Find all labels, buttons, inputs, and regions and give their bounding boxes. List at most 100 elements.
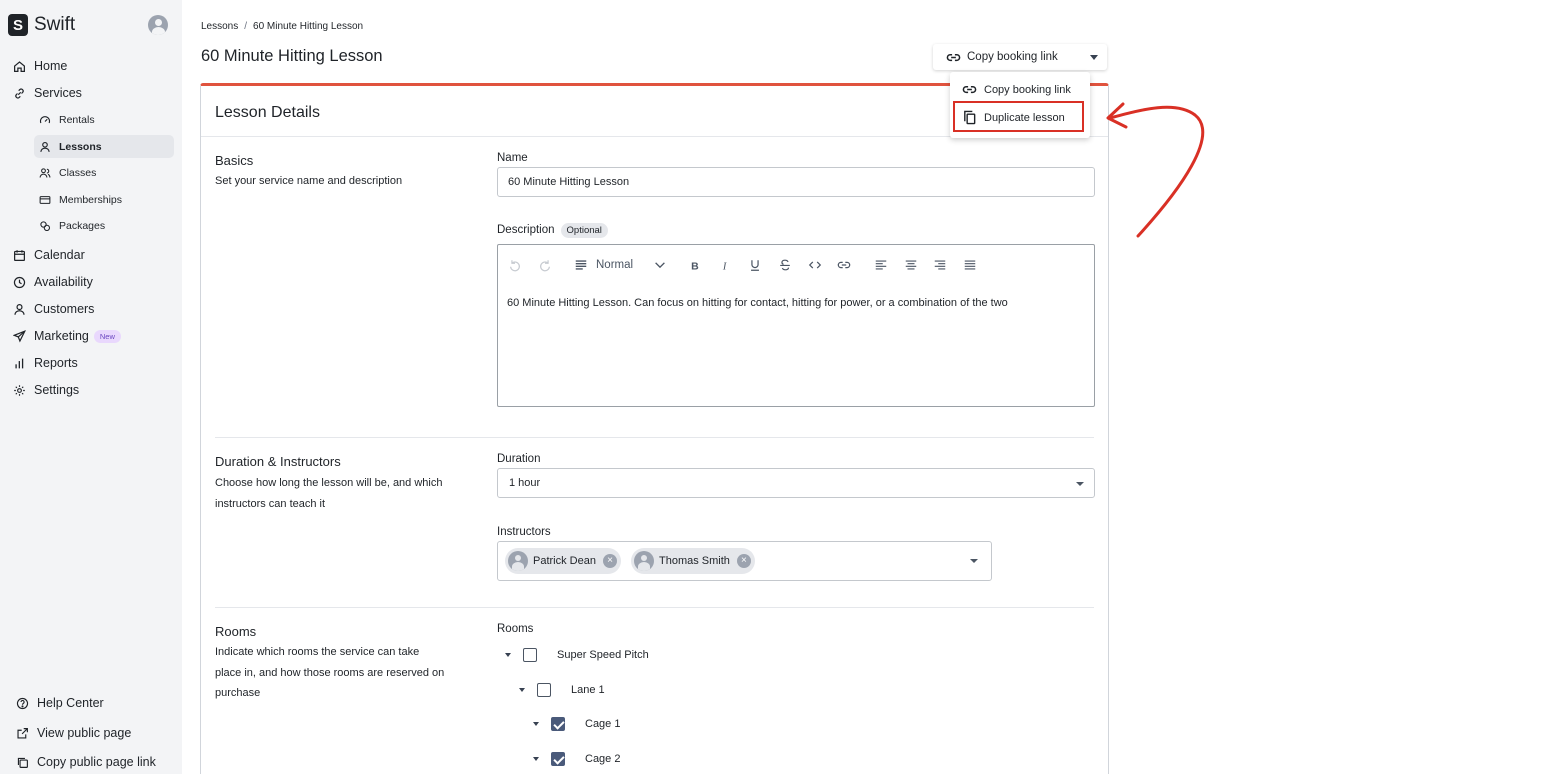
sidebar-item-customers[interactable]: Customers xyxy=(12,298,94,320)
sidebar-item-view-public-page[interactable]: View public page xyxy=(15,722,131,744)
sidebar-item-home[interactable]: Home xyxy=(12,55,67,77)
redo-icon[interactable] xyxy=(538,257,552,273)
tree-expand-icon[interactable] xyxy=(519,688,525,692)
description-label: Description Optional xyxy=(497,223,608,238)
home-icon xyxy=(12,59,26,73)
room-checkbox[interactable] xyxy=(551,752,565,766)
brand[interactable]: S Swift xyxy=(8,14,75,36)
link-icon[interactable] xyxy=(837,257,851,273)
basics-section-title: Basics xyxy=(215,153,254,168)
sidebar-subitem-classes[interactable]: Classes xyxy=(34,161,174,184)
room-checkbox[interactable] xyxy=(523,648,537,662)
person-icon xyxy=(12,302,26,316)
description-text[interactable]: 60 Minute Hitting Lesson. Can focus on h… xyxy=(507,297,1008,309)
copy-booking-link-button[interactable]: Copy booking link xyxy=(933,44,1081,70)
breadcrumb-current: 60 Minute Hitting Lesson xyxy=(253,21,364,32)
room-label: Super Speed Pitch xyxy=(557,649,649,661)
sidebar-item-label: View public page xyxy=(37,726,132,740)
chevron-down-icon[interactable] xyxy=(970,559,978,563)
room-label: Lane 1 xyxy=(571,684,605,696)
sidebar-subitem-memberships[interactable]: Memberships xyxy=(34,188,174,211)
breadcrumb: Lessons / 60 Minute Hitting Lesson xyxy=(201,21,363,32)
person-icon xyxy=(38,140,51,153)
instructor-chip-label: Thomas Smith xyxy=(659,555,730,567)
duration-select[interactable]: 1 hour xyxy=(497,468,1095,498)
instructor-chip: Thomas Smith × xyxy=(631,548,755,574)
instructor-chip: Patrick Dean × xyxy=(505,548,621,574)
duration-section-title: Duration & Instructors xyxy=(215,454,341,469)
breadcrumb-parent-link[interactable]: Lessons xyxy=(201,21,238,32)
remove-chip-icon[interactable]: × xyxy=(736,554,751,568)
sidebar-item-calendar[interactable]: Calendar xyxy=(12,244,85,266)
room-tree-row[interactable]: Cage 1 xyxy=(533,717,620,731)
text-style-icon xyxy=(574,257,588,273)
link-icon xyxy=(12,86,26,100)
italic-icon[interactable]: I xyxy=(718,257,732,273)
name-input-value: 60 Minute Hitting Lesson xyxy=(508,176,630,188)
editor-toolbar: Normal B I xyxy=(498,245,1094,285)
description-rich-text-editor[interactable]: Normal B I 60 Minute Hitting Lesson. Can… xyxy=(497,244,1095,407)
menu-item-copy-booking-link[interactable]: Copy booking link xyxy=(962,82,1071,97)
chevron-down-icon xyxy=(1076,482,1084,486)
chevron-down-icon[interactable] xyxy=(653,257,667,273)
link-icon xyxy=(962,85,977,94)
align-left-icon[interactable] xyxy=(874,257,888,273)
account-avatar-icon[interactable] xyxy=(148,15,168,35)
people-icon xyxy=(38,166,51,179)
sidebar-item-label: Packages xyxy=(59,219,106,232)
sidebar: S Swift Home Services Rentals Lessons Cl… xyxy=(0,0,182,774)
room-checkbox[interactable] xyxy=(537,683,551,697)
sidebar-subitem-packages[interactable]: Packages xyxy=(34,214,174,237)
sidebar-item-reports[interactable]: Reports xyxy=(12,352,78,374)
sidebar-item-label: Settings xyxy=(34,383,80,397)
rooms-section-title: Rooms xyxy=(215,624,257,639)
duration-section-description: Choose how long the lesson will be, and … xyxy=(215,477,443,510)
room-tree-row[interactable]: Cage 2 xyxy=(533,752,620,766)
block-style-select[interactable]: Normal xyxy=(596,257,633,273)
tree-expand-icon[interactable] xyxy=(533,722,539,726)
more-actions-dropdown-toggle[interactable] xyxy=(1081,44,1107,70)
room-checkbox[interactable] xyxy=(551,717,565,731)
copy-icon xyxy=(15,755,29,769)
instructors-multiselect[interactable]: Patrick Dean × Thomas Smith × xyxy=(497,541,992,581)
brand-name: Swift xyxy=(34,14,76,35)
sidebar-item-marketing[interactable]: Marketing New xyxy=(12,325,121,347)
sidebar-item-label: Memberships xyxy=(59,193,123,206)
name-input[interactable]: 60 Minute Hitting Lesson xyxy=(497,167,1095,197)
bar-chart-icon xyxy=(12,356,26,370)
sidebar-item-label: Customers xyxy=(34,302,95,316)
instructors-label: Instructors xyxy=(497,526,551,538)
align-justify-icon[interactable] xyxy=(963,257,977,273)
basics-section-description: Set your service name and description xyxy=(215,175,403,187)
instructor-chip-label: Patrick Dean xyxy=(533,555,596,567)
sidebar-item-label: Calendar xyxy=(34,248,85,262)
bold-icon[interactable]: B xyxy=(688,257,702,273)
card-title: Lesson Details xyxy=(215,104,320,121)
sidebar-item-copy-public-page-link[interactable]: Copy public page link xyxy=(15,751,156,773)
room-tree-row[interactable]: Super Speed Pitch xyxy=(505,648,649,662)
align-center-icon[interactable] xyxy=(904,257,918,273)
sidebar-item-help-center[interactable]: Help Center xyxy=(15,692,104,714)
sidebar-item-label: Reports xyxy=(34,356,78,370)
new-badge: New xyxy=(93,329,121,343)
menu-item-label: Copy booking link xyxy=(984,83,1071,96)
duration-label: Duration xyxy=(497,453,541,465)
code-icon[interactable] xyxy=(808,257,822,273)
sidebar-item-label: Copy public page link xyxy=(37,755,156,769)
align-right-icon[interactable] xyxy=(933,257,947,273)
sidebar-subitem-lessons[interactable]: Lessons xyxy=(34,135,174,158)
package-icon xyxy=(38,219,51,232)
sidebar-item-services[interactable]: Services xyxy=(12,82,82,104)
strikethrough-icon[interactable] xyxy=(778,257,792,273)
room-tree-row[interactable]: Lane 1 xyxy=(519,683,605,697)
tree-expand-icon[interactable] xyxy=(505,653,511,657)
remove-chip-icon[interactable]: × xyxy=(602,554,617,568)
tree-expand-icon[interactable] xyxy=(533,757,539,761)
sidebar-item-label: Home xyxy=(34,59,68,73)
sidebar-subitem-rentals[interactable]: Rentals xyxy=(34,108,174,131)
undo-icon[interactable] xyxy=(508,257,522,273)
sidebar-item-settings[interactable]: Settings xyxy=(12,379,79,401)
sidebar-item-availability[interactable]: Availability xyxy=(12,271,93,293)
sidebar-item-label: Services xyxy=(34,86,82,100)
underline-icon[interactable] xyxy=(748,257,762,273)
